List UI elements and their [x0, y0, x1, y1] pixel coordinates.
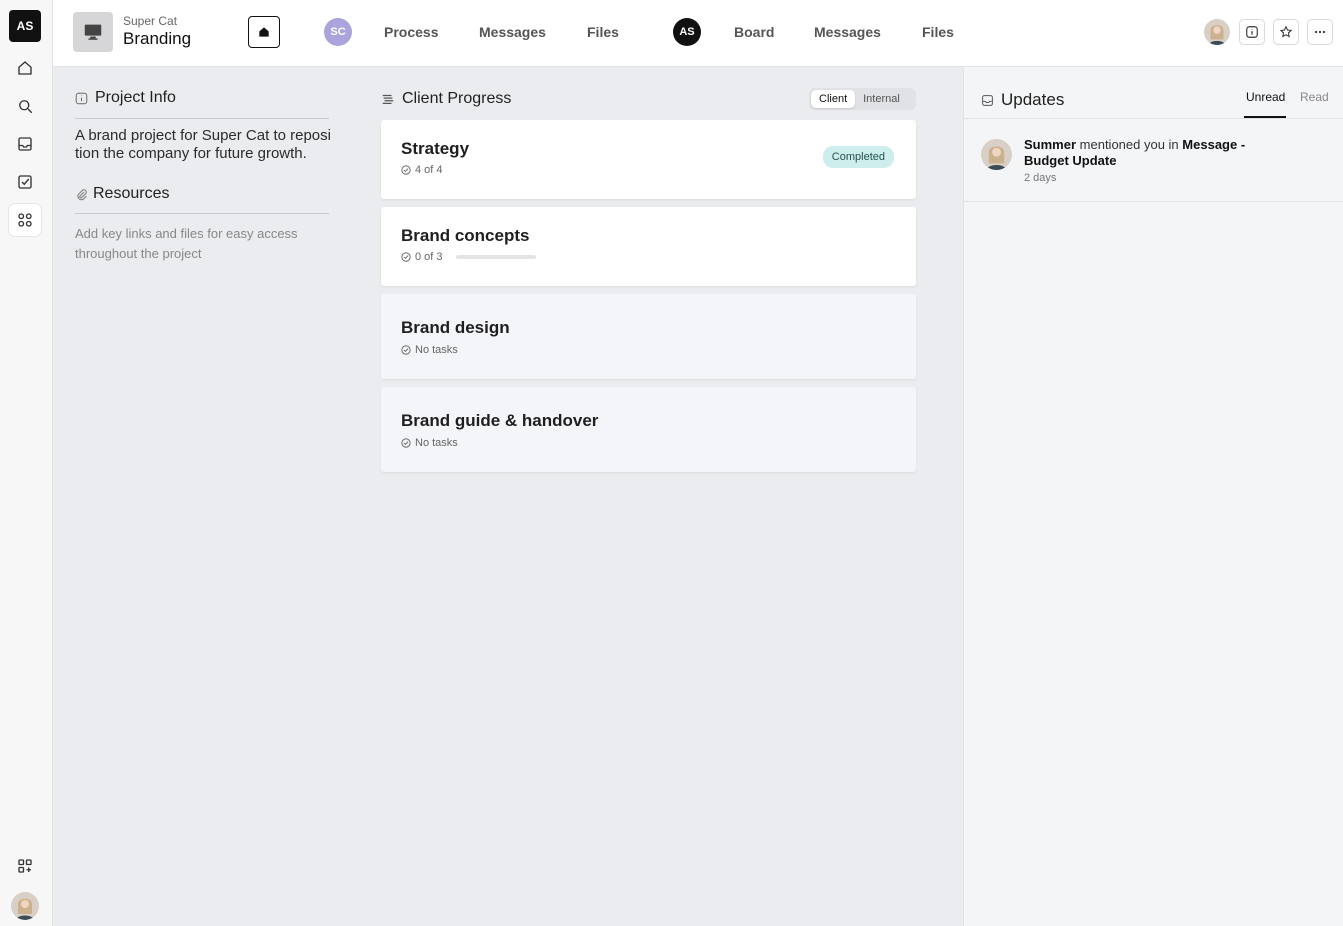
project-info-heading: Project Info: [75, 89, 176, 107]
divider: [75, 213, 329, 214]
toggle-client[interactable]: Client: [811, 90, 856, 108]
add-apps-icon[interactable]: [9, 850, 41, 882]
stage-meta: No tasks: [401, 437, 458, 449]
inbox-icon[interactable]: [9, 128, 41, 160]
stage-card-strategy[interactable]: Strategy 4 of 4 Completed: [381, 120, 916, 199]
updates-panel: Updates Unread Read Summer mentioned you…: [963, 67, 1343, 926]
user-avatar[interactable]: [11, 892, 39, 920]
nav-team-board[interactable]: Board: [734, 24, 774, 40]
avatar: [981, 139, 1012, 170]
project-description[interactable]: A brand project for Super Cat to reposit…: [75, 127, 333, 163]
update-time: 2 days: [1024, 172, 1057, 184]
client-progress-heading: Client Progress: [381, 90, 511, 108]
stage-card-brand-guide[interactable]: Brand guide & handover No tasks: [381, 387, 916, 472]
client-internal-toggle: Client Internal: [809, 88, 916, 110]
stage-title: Brand guide & handover: [401, 411, 599, 430]
paperclip-icon: [77, 188, 87, 200]
inbox-icon: [982, 94, 993, 106]
stage-title: Brand design: [401, 318, 510, 337]
info-button[interactable]: [1239, 19, 1265, 45]
team-avatar[interactable]: AS: [673, 18, 701, 46]
nav-client-messages[interactable]: Messages: [479, 24, 546, 40]
status-badge: Completed: [822, 146, 894, 168]
resources-heading: Resources: [75, 185, 169, 203]
updates-title: Updates: [1001, 90, 1065, 109]
stack-icon: [382, 94, 394, 104]
resources-description[interactable]: Add key links and files for easy access …: [75, 224, 335, 264]
member-avatar[interactable]: [1204, 19, 1230, 45]
more-button[interactable]: [1307, 19, 1333, 45]
tasks-icon[interactable]: [9, 166, 41, 198]
project-title: Branding: [123, 29, 192, 48]
nav-client-process[interactable]: Process: [384, 24, 438, 40]
check-circle-icon: [401, 438, 411, 448]
update-user: Summer: [1024, 137, 1077, 152]
check-circle-icon: [401, 165, 411, 175]
update-item[interactable]: Summer mentioned you in Message - Budget…: [964, 119, 1343, 202]
nav-client-files[interactable]: Files: [587, 24, 619, 40]
check-circle-icon: [401, 252, 411, 262]
resources-title: Resources: [93, 185, 170, 202]
stage-title: Strategy: [401, 139, 470, 158]
project-info-title: Project Info: [95, 89, 176, 106]
project-home-button[interactable]: [248, 16, 280, 48]
tab-unread[interactable]: Unread: [1246, 90, 1285, 104]
project-org: Super Cat: [123, 14, 178, 28]
favorite-button[interactable]: [1273, 19, 1299, 45]
left-rail: AS: [0, 0, 53, 926]
workspace-logo[interactable]: AS: [9, 10, 41, 42]
nav-team-files[interactable]: Files: [922, 24, 954, 40]
apps-icon[interactable]: [9, 204, 41, 236]
star-icon: [1279, 25, 1293, 38]
search-icon[interactable]: [9, 90, 41, 122]
project-icon: [73, 12, 113, 52]
stage-task-count: 0 of 3: [415, 251, 443, 263]
stage-task-count: No tasks: [415, 344, 458, 356]
info-icon: [1246, 26, 1258, 38]
stage-meta: No tasks: [401, 344, 458, 356]
toggle-internal[interactable]: Internal: [855, 90, 908, 108]
stage-meta: 4 of 4: [401, 164, 443, 176]
update-action: mentioned you in: [1079, 137, 1179, 152]
stage-title: Brand concepts: [401, 226, 530, 245]
info-icon: [75, 92, 88, 104]
more-icon: [1314, 30, 1326, 34]
home-icon[interactable]: [9, 52, 41, 84]
house-icon: [259, 27, 269, 37]
divider: [75, 118, 329, 119]
nav-team-messages[interactable]: Messages: [814, 24, 881, 40]
update-text: Summer mentioned you in Message - Budget…: [1024, 137, 1284, 169]
stage-progress-bar: [456, 255, 536, 259]
tab-read[interactable]: Read: [1300, 90, 1329, 104]
top-header: Super Cat Branding SC Process Messages F…: [53, 0, 1343, 67]
stage-card-brand-concepts[interactable]: Brand concepts 0 of 3: [381, 207, 916, 286]
client-avatar[interactable]: SC: [324, 18, 352, 46]
stage-task-count: 4 of 4: [415, 164, 443, 176]
stage-task-count: No tasks: [415, 437, 458, 449]
updates-heading: Updates: [981, 90, 1064, 110]
client-progress-title: Client Progress: [402, 90, 512, 107]
check-circle-icon: [401, 345, 411, 355]
stage-card-brand-design[interactable]: Brand design No tasks: [381, 294, 916, 379]
stage-meta: 0 of 3: [401, 251, 443, 263]
